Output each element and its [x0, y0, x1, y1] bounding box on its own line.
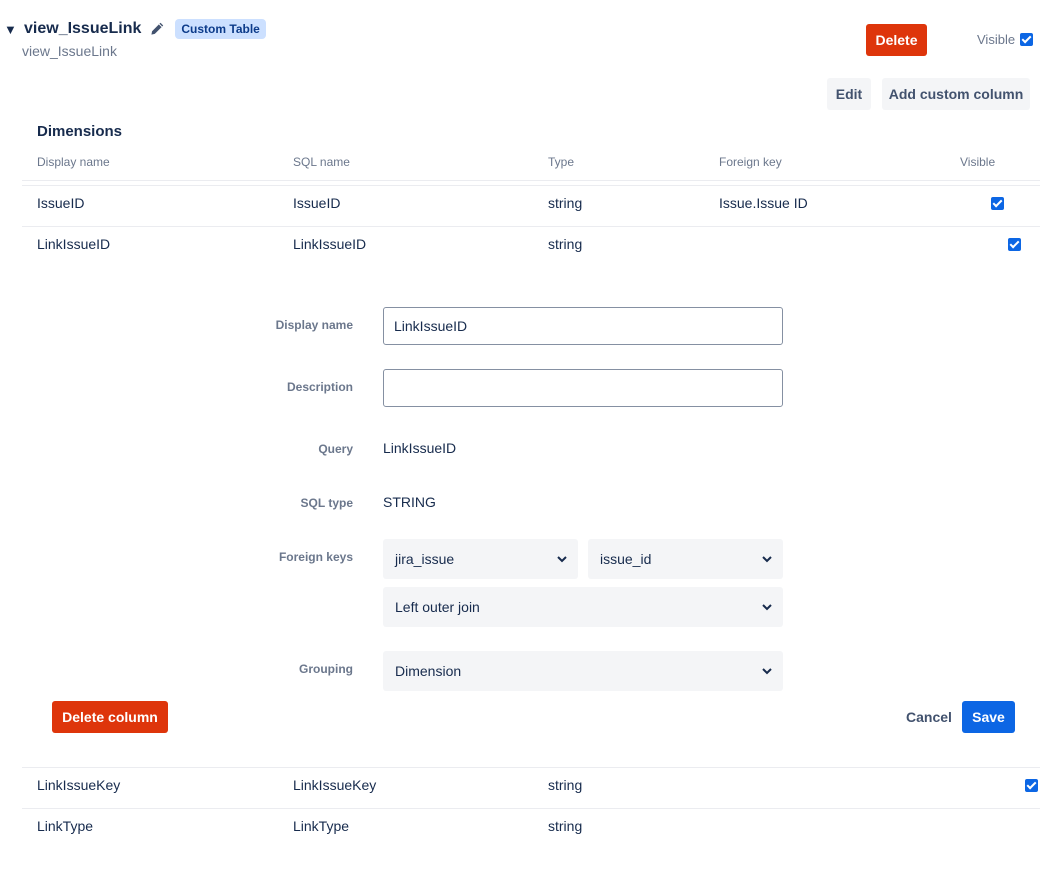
row-type: string: [548, 195, 583, 211]
row-display-name[interactable]: IssueID: [37, 195, 84, 211]
join-type-value: Left outer join: [395, 599, 480, 615]
collapse-triangle-icon[interactable]: ▼: [4, 22, 17, 37]
chevron-down-icon: [762, 556, 772, 563]
cancel-button[interactable]: Cancel: [903, 701, 955, 733]
table-visible-checkbox[interactable]: [1020, 33, 1034, 46]
row-sql-name: LinkIssueID: [293, 236, 367, 252]
pencil-icon[interactable]: [149, 21, 165, 37]
row-display-name[interactable]: LinkIssueID: [37, 236, 110, 252]
row-sql-name: LinkType: [293, 818, 350, 834]
row-sql-name: LinkIssueKey: [293, 777, 377, 793]
edit-button[interactable]: Edit: [827, 78, 871, 110]
query-label: Query: [318, 442, 353, 456]
delete-column-button[interactable]: Delete column: [52, 701, 168, 733]
table-name: view_IssueLink: [24, 20, 142, 37]
foreign-keys-label: Foreign keys: [278, 550, 353, 564]
divider: [22, 185, 1040, 186]
fk-table-select[interactable]: jira_issue: [383, 539, 578, 579]
row-type: string: [548, 818, 583, 834]
row-visible-checkbox[interactable]: [991, 197, 1004, 210]
divider: [22, 226, 1040, 227]
query-value: LinkIssueID: [383, 440, 457, 456]
fk-table-value: jira_issue: [395, 551, 455, 567]
header-sql-name: SQL name: [293, 155, 350, 169]
row-display-name[interactable]: LinkIssueKey: [37, 777, 120, 793]
header-foreign-key: Foreign key: [719, 155, 782, 169]
sql-type-value: STRING: [383, 494, 436, 510]
grouping-value: Dimension: [395, 663, 462, 679]
divider: [22, 767, 1040, 768]
row-foreign-key: Issue.Issue ID: [719, 195, 808, 211]
table-sql-name: view_IssueLink: [22, 43, 117, 59]
description-label: Description: [286, 380, 353, 394]
fk-column-value: issue_id: [600, 551, 652, 567]
fk-column-select[interactable]: issue_id: [588, 539, 783, 579]
grouping-select[interactable]: Dimension: [383, 651, 783, 691]
grouping-label: Grouping: [299, 662, 353, 676]
visible-label: Visible: [977, 32, 1016, 47]
custom-table-badge: Custom Table: [175, 19, 266, 39]
join-type-select[interactable]: Left outer join: [383, 587, 783, 627]
row-visible-checkbox[interactable]: [1024, 779, 1038, 792]
divider: [22, 180, 1040, 181]
display-name-label: Display name: [275, 318, 353, 332]
divider: [22, 808, 1040, 809]
header-visible: Visible: [960, 155, 996, 169]
chevron-down-icon: [762, 668, 772, 675]
row-display-name[interactable]: LinkType: [37, 818, 93, 834]
dimensions-title: Dimensions: [37, 123, 123, 140]
description-input[interactable]: [383, 369, 783, 407]
save-button[interactable]: Save: [962, 701, 1015, 733]
display-name-input[interactable]: [383, 307, 783, 345]
row-type: string: [548, 236, 583, 252]
header-type: Type: [548, 155, 575, 169]
chevron-down-icon: [762, 604, 772, 611]
sql-type-label: SQL type: [300, 496, 353, 510]
add-custom-column-button[interactable]: Add custom column: [882, 78, 1030, 110]
row-visible-checkbox[interactable]: [1007, 238, 1021, 251]
table-visible-toggle[interactable]: Visible: [977, 32, 1034, 47]
table-title-row: ▼ view_IssueLink Custom Table: [4, 19, 266, 39]
row-type: string: [548, 777, 583, 793]
header-display-name: Display name: [37, 155, 110, 169]
chevron-down-icon: [557, 556, 567, 563]
row-sql-name: IssueID: [293, 195, 341, 211]
delete-table-button[interactable]: Delete: [866, 24, 927, 56]
